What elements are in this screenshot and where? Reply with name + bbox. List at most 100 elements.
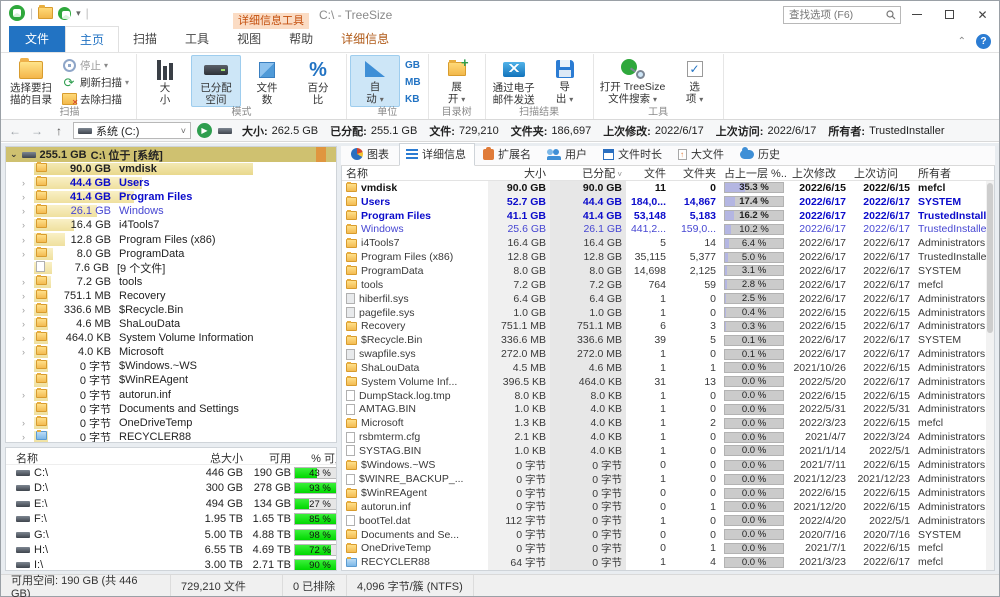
details-row-i4Tools7[interactable]: i4Tools716.4 GB16.4 GB5146.4 %2022/6/172… (342, 236, 986, 250)
details-row-vmdisk[interactable]: vmdisk90.0 GB90.0 GB11035.3 %2022/6/1520… (342, 181, 986, 195)
ribbon-button-文件数[interactable]: 文件数 (242, 55, 292, 107)
view-tab-文件时长[interactable]: 文件时长 (597, 144, 670, 165)
details-row-OneDriveTemp[interactable]: OneDriveTemp0 字节0 字节010.0 %2021/7/12022/… (342, 541, 986, 555)
column-header-上次访问[interactable]: 上次访问 (850, 166, 914, 181)
details-row-Windows[interactable]: Windows25.6 GB26.1 GB441,2...159,0...10.… (342, 223, 986, 237)
minimize-button[interactable] (900, 1, 933, 28)
tree-item-autorun.inf[interactable]: ›0 字节autorun.inf (6, 388, 336, 402)
drive-row-I:\[interactable]: I:\3.00 TB2.71 TB90 % (6, 558, 336, 571)
ribbon-button-打开 TreeSize文件搜索[interactable]: 打开 TreeSize文件搜索 ▾ (597, 55, 669, 107)
tab-视图[interactable]: 视图 (223, 26, 275, 52)
details-row-$WinREAgent[interactable]: $WinREAgent0 字节0 字节000.0 %2022/6/152022/… (342, 486, 986, 500)
close-button[interactable]: ✕ (966, 1, 999, 28)
column-header-文件[interactable]: 文件 (626, 166, 670, 181)
scrollbar-thumb[interactable] (987, 183, 993, 333)
details-row-tools[interactable]: tools7.2 GB7.2 GB764592.8 %2022/6/172022… (342, 278, 986, 292)
vertical-scrollbar[interactable] (986, 181, 994, 570)
details-row-bootTel.dat[interactable]: bootTel.dat112 字节0 字节100.0 %2022/4/20202… (342, 513, 986, 527)
ribbon-button-刷新扫描[interactable]: ⟳刷新扫描▾ (57, 74, 133, 90)
ribbon-button-展开[interactable]: 展开 ▾ (432, 55, 482, 107)
column-header-上次修改[interactable]: 上次修改 (788, 166, 850, 181)
details-row-Program Files (x86)[interactable]: Program Files (x86)12.8 GB12.8 GB35,1155… (342, 250, 986, 264)
collapse-ribbon-icon[interactable]: ⌃ (958, 36, 966, 47)
view-tab-扩展名[interactable]: 扩展名 (477, 144, 539, 165)
ribbon-button-导出[interactable]: 导出 ▾ (540, 55, 590, 107)
tree-item-Documents and Settings[interactable]: 0 字节Documents and Settings (6, 402, 336, 416)
tree-item-$WinREAgent[interactable]: 0 字节$WinREAgent (6, 373, 336, 387)
view-tab-用户[interactable]: 用户 (541, 144, 595, 165)
tree-item-Program Files (x86)[interactable]: ›12.8 GBProgram Files (x86) (6, 232, 336, 246)
column-header-已分配[interactable]: 已分配 ˅ (550, 166, 626, 181)
ribbon-button-GB[interactable]: GB (401, 57, 425, 73)
details-row-Users[interactable]: Users52.7 GB44.4 GB184,0...14,86717.4 %2… (342, 195, 986, 209)
details-row-$Recycle.Bin[interactable]: $Recycle.Bin336.6 MB336.6 MB3950.1 %2022… (342, 333, 986, 347)
drive-col-header[interactable]: % 可用 (291, 450, 337, 466)
chevron-right-icon[interactable]: › (22, 319, 32, 329)
column-header-文件夹[interactable]: 文件夹 (670, 166, 720, 181)
tree-root-row[interactable]: ⌄255.1 GBC:\ 位于 [系统] (6, 147, 336, 162)
search-input[interactable] (783, 6, 901, 24)
details-row-RECYCLER88[interactable]: RECYCLER8864 字节0 字节140.0 %2021/3/232022/… (342, 555, 986, 569)
details-row-AMTAG.BIN[interactable]: AMTAG.BIN1.0 KB4.0 KB100.0 %2022/5/31202… (342, 403, 986, 417)
drive-col-header[interactable]: 名称 (16, 450, 181, 466)
ribbon-button-MB[interactable]: MB (401, 74, 425, 90)
chevron-right-icon[interactable]: › (22, 347, 32, 357)
details-row-System Volume Inf...[interactable]: System Volume Inf...396.5 KB464.0 KB3113… (342, 375, 986, 389)
details-row-Documents and Se...[interactable]: Documents and Se...0 字节0 字节000.0 %2020/7… (342, 527, 986, 541)
column-header-名称[interactable]: 名称 (342, 166, 488, 181)
details-row-rsbmterm.cfg[interactable]: rsbmterm.cfg2.1 KB4.0 KB100.0 %2021/4/72… (342, 430, 986, 444)
back-button[interactable]: ← (7, 124, 23, 138)
ribbon-button-停止[interactable]: 停止▾ (57, 57, 133, 73)
chevron-right-icon[interactable]: › (22, 178, 32, 188)
chevron-right-icon[interactable]: › (22, 333, 32, 343)
tree-item-ProgramData[interactable]: ›8.0 GBProgramData (6, 247, 336, 261)
drive-row-F:\[interactable]: F:\1.95 TB1.65 TB85 % (6, 512, 336, 527)
details-row-swapfile.sys[interactable]: swapfile.sys272.0 MB272.0 MB100.1 %2022/… (342, 347, 986, 361)
details-row-pagefile.sys[interactable]: pagefile.sys1.0 GB1.0 GB100.4 %2022/6/15… (342, 306, 986, 320)
column-header-大小[interactable]: 大小 (488, 166, 550, 181)
chevron-right-icon[interactable]: › (22, 235, 32, 245)
drive-row-G:\[interactable]: G:\5.00 TB4.88 TB98 % (6, 527, 336, 542)
tree-item-Program Files[interactable]: ›41.4 GBProgram Files (6, 190, 336, 204)
tree-item-i4Tools7[interactable]: ›16.4 GBi4Tools7 (6, 218, 336, 232)
details-row-SYSTAG.BIN[interactable]: SYSTAG.BIN1.0 KB4.0 KB100.0 %2021/1/1420… (342, 444, 986, 458)
chevron-right-icon[interactable]: › (22, 220, 32, 230)
tab-主页[interactable]: 主页 (65, 26, 119, 52)
tab-工具[interactable]: 工具 (171, 26, 223, 52)
details-row-Microsoft[interactable]: Microsoft1.3 KB4.0 KB120.0 %2022/3/23202… (342, 416, 986, 430)
start-scan-button[interactable]: ▶ (197, 123, 212, 138)
forward-button[interactable]: → (29, 124, 45, 138)
ribbon-button-通过电子邮件发送[interactable]: 通过电子邮件发送 (489, 55, 539, 107)
tree-item-OneDriveTemp[interactable]: ›0 字节OneDriveTemp (6, 416, 336, 430)
help-icon[interactable]: ? (976, 34, 991, 49)
ribbon-button-自动[interactable]: 自动 ▾ (350, 55, 400, 107)
chevron-right-icon[interactable]: › (22, 192, 32, 202)
tab-文件[interactable]: 文件 (9, 26, 65, 52)
tree-item-Users[interactable]: ›44.4 GBUsers (6, 176, 336, 190)
chevron-expanded-icon[interactable]: ⌄ (10, 149, 18, 160)
tree-item-$Recycle.Bin[interactable]: ›336.6 MB$Recycle.Bin (6, 303, 336, 317)
chevron-right-icon[interactable]: › (22, 418, 32, 428)
treesize-icon[interactable] (58, 7, 71, 20)
drive-row-C:\[interactable]: C:\446 GB190 GB43 % (6, 465, 336, 480)
ribbon-button-已分配空间[interactable]: 已分配空间 (191, 55, 241, 107)
tree-item-System Volume Information[interactable]: ›464.0 KBSystem Volume Information (6, 331, 336, 345)
tab-详细信息[interactable]: 详细信息 (327, 26, 403, 52)
chevron-right-icon[interactable]: › (22, 249, 32, 259)
drive-col-header[interactable]: 总大小 (181, 450, 243, 466)
view-tab-大文件[interactable]: 大文件 (672, 144, 732, 165)
details-row-Recovery[interactable]: Recovery751.1 MB751.1 MB630.3 %2022/6/15… (342, 319, 986, 333)
qat-caret-down-icon[interactable]: ▾ (76, 8, 81, 19)
tree-item-Recovery[interactable]: ›751.1 MBRecovery (6, 289, 336, 303)
maximize-button[interactable] (933, 1, 966, 28)
details-row-ProgramData[interactable]: ProgramData8.0 GB8.0 GB14,6982,1253.1 %2… (342, 264, 986, 278)
view-tab-图表[interactable]: 图表 (345, 144, 397, 165)
tree-item-vmdisk[interactable]: 90.0 GBvmdisk (6, 162, 336, 176)
details-row-$Windows.~WS[interactable]: $Windows.~WS0 字节0 字节000.0 %2021/7/112022… (342, 458, 986, 472)
open-folder-icon[interactable] (38, 7, 53, 19)
ribbon-button-百分比[interactable]: %百分比 (293, 55, 343, 107)
chevron-right-icon[interactable]: › (22, 277, 32, 287)
view-tab-详细信息[interactable]: 详细信息 (399, 143, 475, 166)
ribbon-button-大小[interactable]: 大小 (140, 55, 190, 107)
chevron-right-icon[interactable]: › (22, 432, 32, 442)
